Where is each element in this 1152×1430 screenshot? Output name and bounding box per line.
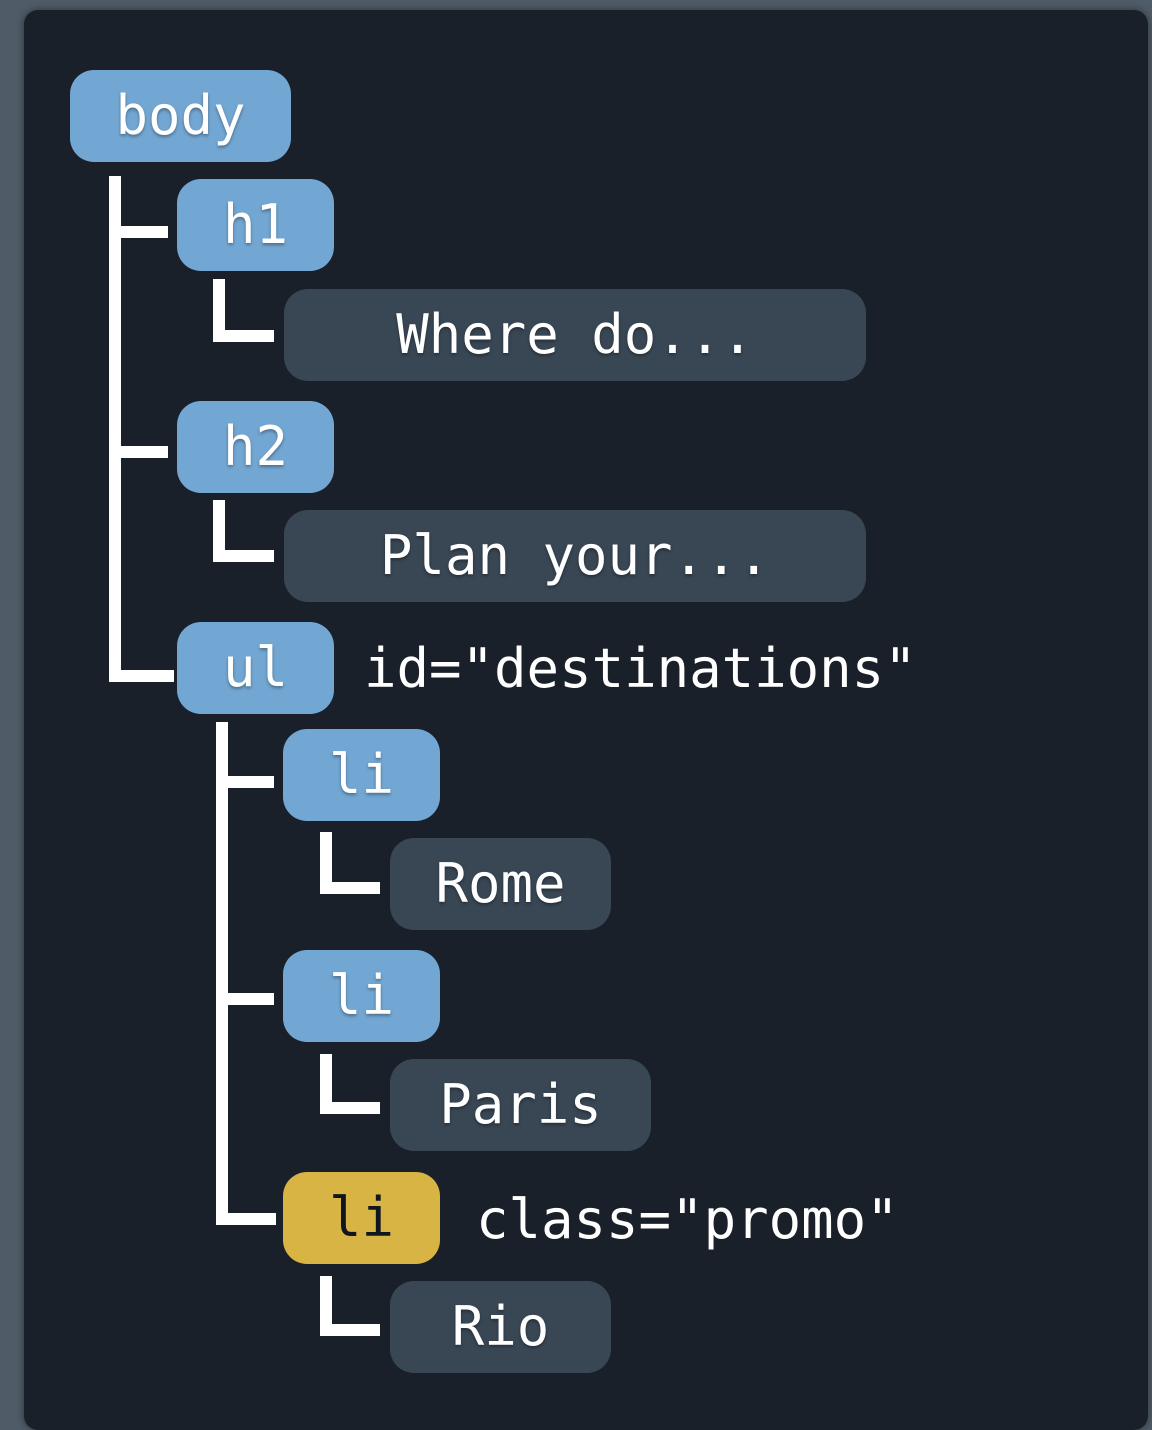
text-node-h2: Plan your...: [284, 510, 866, 602]
node-ul: ul: [177, 622, 334, 714]
node-h2: h2: [177, 401, 334, 493]
node-li-3-promo: li: [283, 1172, 440, 1264]
text-node-h1: Where do...: [284, 289, 866, 381]
node-body: body: [70, 70, 291, 162]
node-li-2: li: [283, 950, 440, 1042]
attribute-ul-id: id="destinations": [364, 637, 917, 700]
node-h1: h1: [177, 179, 334, 271]
node-li-1: li: [283, 729, 440, 821]
text-node-li-1: Rome: [390, 838, 611, 930]
attribute-li-class: class="promo": [476, 1188, 899, 1251]
text-node-li-2: Paris: [390, 1059, 651, 1151]
text-node-li-3: Rio: [390, 1281, 611, 1373]
